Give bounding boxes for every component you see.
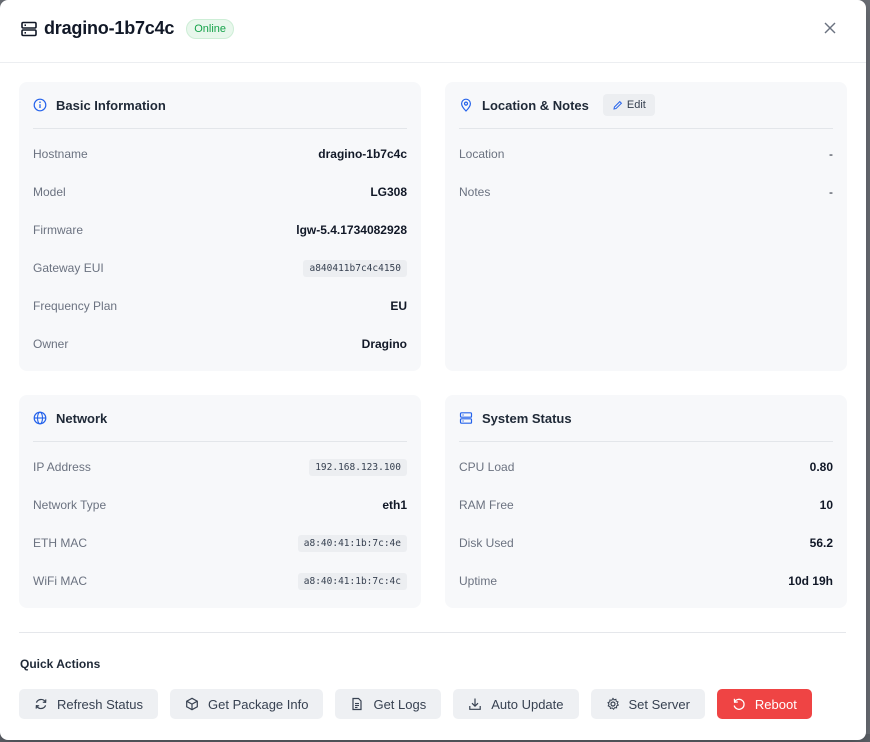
close-button[interactable]	[820, 20, 840, 40]
reboot-button[interactable]: Reboot	[716, 689, 812, 719]
row-label: Disk Used	[459, 536, 514, 550]
info-row-hostname: Hostname dragino-1b7c4c	[33, 135, 407, 173]
close-icon	[824, 21, 836, 39]
row-value: dragino-1b7c4c	[318, 147, 407, 161]
card-title: System Status	[482, 410, 572, 426]
info-row-frequency-plan: Frequency Plan EU	[33, 287, 407, 325]
modal-title: dragino-1b7c4c	[44, 18, 175, 38]
basic-info-card: Basic Information Hostname dragino-1b7c4…	[19, 82, 421, 371]
server-icon	[459, 411, 473, 425]
network-row-wifi-mac: WiFi MAC a8:40:41:1b:7c:4c	[33, 562, 407, 600]
card-title: Location & Notes	[482, 97, 589, 113]
set-server-button[interactable]: Set Server	[590, 689, 705, 719]
download-icon	[469, 698, 482, 710]
card-header: Network	[33, 395, 407, 442]
row-label: ETH MAC	[33, 536, 87, 550]
row-value-code: a8:40:41:1b:7c:4e	[297, 534, 407, 552]
row-label: WiFi MAC	[33, 574, 87, 588]
rotate-ccw-icon	[733, 698, 745, 710]
row-label: Firmware	[33, 223, 83, 237]
row-value-code: a840411b7c4c4150	[303, 259, 407, 277]
modal-header: dragino-1b7c4c Online	[0, 0, 866, 63]
button-label: Get Logs	[373, 696, 427, 712]
file-text-icon	[352, 697, 363, 711]
network-row-eth-mac: ETH MAC a8:40:41:1b:7c:4e	[33, 524, 407, 562]
info-row-owner: Owner Dragino	[33, 325, 407, 363]
network-row-ip: IP Address 192.168.123.100	[33, 448, 407, 486]
info-row-gateway-eui: Gateway EUI a840411b7c4c4150	[33, 249, 407, 287]
card-title: Network	[56, 410, 108, 426]
system-row-disk: Disk Used 56.2	[459, 524, 833, 562]
button-label: Auto Update	[491, 696, 564, 712]
row-label: Owner	[33, 337, 69, 351]
row-value: 0.80	[809, 460, 833, 474]
row-label: Network Type	[33, 498, 107, 512]
gateway-details-modal: dragino-1b7c4c Online Basic Information …	[0, 0, 866, 740]
button-label: Reboot	[754, 696, 797, 712]
row-label: CPU Load	[459, 460, 515, 474]
card-header: Basic Information	[33, 82, 407, 129]
refresh-status-button[interactable]: Refresh Status	[19, 689, 158, 719]
row-label: Uptime	[459, 574, 498, 588]
button-label: Set Server	[628, 696, 690, 712]
button-label: Refresh Status	[57, 696, 143, 712]
row-value: -	[829, 147, 833, 161]
row-value: LG308	[370, 185, 407, 199]
section-divider	[19, 632, 846, 633]
row-label: Hostname	[33, 147, 88, 161]
row-value: eth1	[382, 498, 407, 512]
location-row: Location -	[459, 135, 833, 173]
row-value: EU	[390, 299, 407, 313]
row-value: 10	[819, 498, 833, 512]
row-label: RAM Free	[459, 498, 514, 512]
title-wrap: dragino-1b7c4c Online	[20, 18, 235, 39]
row-label: IP Address	[33, 460, 91, 474]
edit-label: Edit	[626, 99, 646, 111]
network-card: Network IP Address 192.168.123.100 Netwo…	[19, 395, 421, 608]
system-row-cpu: CPU Load 0.80	[459, 448, 833, 486]
get-package-info-button[interactable]: Get Package Info	[170, 689, 324, 719]
package-icon	[186, 697, 198, 711]
edit-button[interactable]: Edit	[602, 94, 655, 116]
system-status-card: System Status CPU Load 0.80 RAM Free 10 …	[445, 395, 847, 608]
row-label: Location	[459, 147, 505, 161]
system-row-uptime: Uptime 10d 19h	[459, 562, 833, 600]
quick-actions-title: Quick Actions	[20, 657, 101, 671]
card-title: Basic Information	[56, 97, 166, 113]
network-row-type: Network Type eth1	[33, 486, 407, 524]
button-label: Get Package Info	[208, 696, 309, 712]
auto-update-button[interactable]: Auto Update	[453, 689, 579, 719]
card-header: Location & Notes Edit	[459, 82, 833, 129]
server-icon	[20, 20, 38, 38]
get-logs-button[interactable]: Get Logs	[335, 689, 442, 719]
row-value: 56.2	[809, 536, 833, 550]
row-value-code: 192.168.123.100	[309, 458, 407, 476]
row-value: Dragino	[361, 337, 407, 351]
row-label: Notes	[459, 185, 491, 199]
map-pin-icon	[459, 98, 473, 112]
status-badge: Online	[186, 18, 235, 39]
row-value: 10d 19h	[788, 574, 833, 588]
row-value-code: a8:40:41:1b:7c:4c	[297, 572, 407, 590]
settings-icon	[606, 697, 619, 710]
info-row-model: Model LG308	[33, 173, 407, 211]
notes-row: Notes -	[459, 173, 833, 211]
info-icon	[33, 98, 47, 112]
card-header: System Status	[459, 395, 833, 442]
info-row-firmware: Firmware lgw-5.4.1734082928	[33, 211, 407, 249]
globe-icon	[33, 411, 47, 425]
row-value: -	[829, 185, 833, 199]
system-row-ram: RAM Free 10	[459, 486, 833, 524]
location-notes-card: Location & Notes Edit Location - Notes -	[445, 82, 847, 371]
quick-actions-bar: Refresh Status Get Package Info Get Logs…	[19, 689, 824, 719]
row-value: lgw-5.4.1734082928	[296, 223, 407, 237]
row-label: Frequency Plan	[33, 299, 118, 313]
refresh-icon	[35, 698, 47, 710]
row-label: Gateway EUI	[33, 261, 104, 275]
row-label: Model	[33, 185, 66, 199]
pencil-icon	[613, 100, 623, 110]
